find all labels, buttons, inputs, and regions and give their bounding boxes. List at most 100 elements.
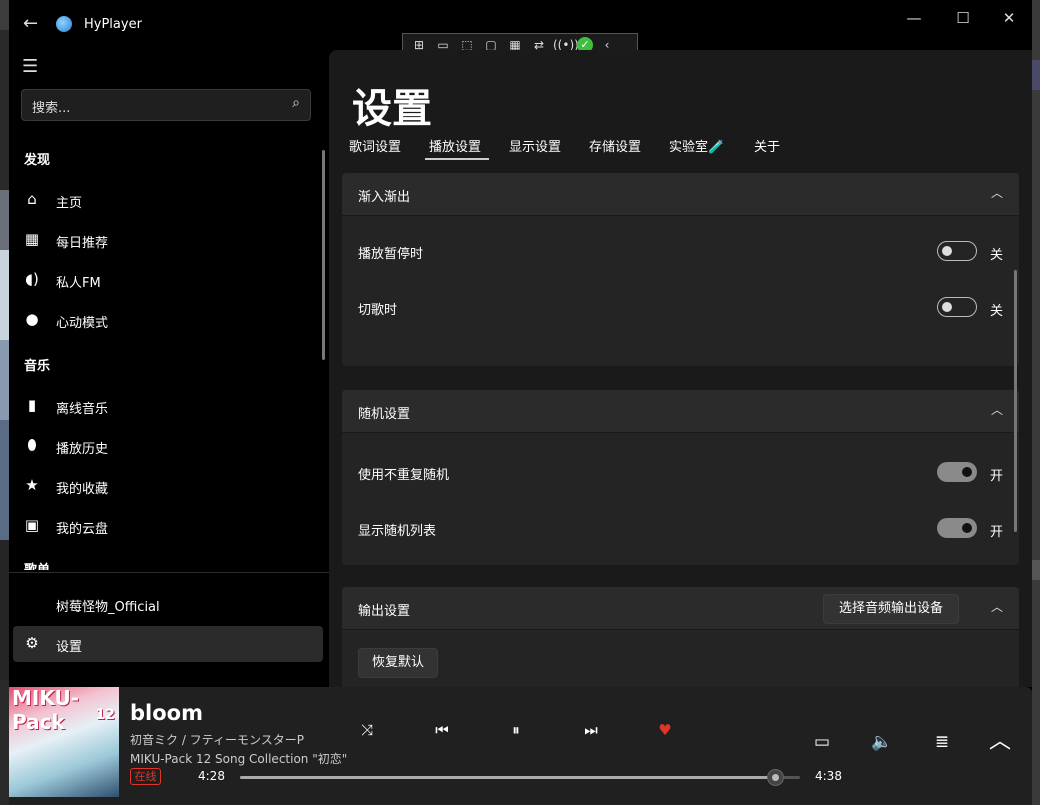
chevron-up-icon[interactable]: ︿ bbox=[991, 598, 1003, 615]
sidebar-item-favorites[interactable]: ★ 我的收藏 bbox=[13, 468, 323, 504]
mini-player-icon[interactable]: ▭ bbox=[809, 731, 835, 753]
setting-label: 切歌时 bbox=[358, 303, 398, 318]
setting-label: 播放暂停时 bbox=[358, 247, 424, 262]
sidebar-item-heart-mode[interactable]: ● 心动模式 bbox=[13, 302, 323, 338]
total-time: 4:38 bbox=[815, 769, 842, 783]
sidebar-item-home[interactable]: ⌂ 主页 bbox=[13, 182, 323, 218]
back-arrow-icon[interactable]: ← bbox=[23, 13, 43, 35]
progress-fill bbox=[240, 776, 775, 779]
sidebar-item-fm[interactable]: ◖) 私人FM bbox=[13, 262, 323, 298]
shuffle-icon[interactable]: ⤨ bbox=[356, 719, 378, 741]
close-icon[interactable]: ✕ bbox=[994, 8, 1024, 28]
background-desktop-right bbox=[1032, 0, 1040, 805]
radio-icon: ◖) bbox=[25, 270, 39, 288]
chevron-up-icon[interactable]: ︿ bbox=[991, 184, 1003, 201]
sidebar: ☰ 搜索... ⌕ 发现 ⌂ 主页 ▦ 每日推荐 ◖) 私人FM ● 心动模式 … bbox=[9, 50, 329, 687]
gear-icon: ⚙ bbox=[25, 634, 39, 652]
settings-content: 设置 歌词设置 播放设置 显示设置 存储设置 实验室🧪 关于 渐入渐出 ︿ 播放… bbox=[329, 50, 1032, 687]
online-badge: 在线 bbox=[130, 768, 161, 785]
current-time: 4:28 bbox=[198, 769, 225, 783]
shuffle-panel-body: 使用不重复随机 开 显示随机列表 开 bbox=[342, 433, 1019, 565]
tab-lab[interactable]: 实验室🧪 bbox=[669, 136, 724, 155]
sidebar-item-label: 我的收藏 bbox=[56, 482, 109, 497]
app-logo-icon bbox=[56, 16, 72, 32]
shuffle-panel-header[interactable]: 随机设置 ︿ bbox=[342, 390, 1019, 432]
no-repeat-shuffle-toggle[interactable] bbox=[937, 462, 977, 482]
pause-icon[interactable]: ⏸ bbox=[505, 719, 527, 741]
expand-up-icon[interactable]: ︿ bbox=[987, 731, 1013, 753]
home-icon: ⌂ bbox=[27, 190, 37, 208]
song-album[interactable]: MIKU-Pack 12 Song Collection "初恋" bbox=[130, 750, 347, 767]
sidebar-item-label: 离线音乐 bbox=[56, 402, 109, 417]
shuffle-panel-title: 随机设置 bbox=[358, 407, 411, 422]
fade-panel-body: 播放暂停时 关 切歌时 关 bbox=[342, 216, 1019, 366]
toggle-state: 开 bbox=[989, 525, 1003, 540]
fade-switch-toggle[interactable] bbox=[937, 297, 977, 317]
setting-label: 显示随机列表 bbox=[358, 524, 437, 539]
search-input[interactable]: 搜索... bbox=[32, 97, 70, 116]
output-panel-body: 恢复默认 bbox=[342, 630, 1019, 687]
volume-icon[interactable]: 🔈 bbox=[869, 731, 895, 753]
search-box[interactable]: 搜索... ⌕ bbox=[21, 89, 311, 121]
toggle-state: 关 bbox=[989, 248, 1003, 263]
sidebar-item-history[interactable]: ⬮ 播放历史 bbox=[13, 428, 323, 464]
tab-display[interactable]: 显示设置 bbox=[509, 136, 561, 155]
like-heart-icon[interactable]: ♥ bbox=[654, 719, 676, 741]
output-panel-title: 输出设置 bbox=[358, 604, 411, 619]
sidebar-scrollbar[interactable] bbox=[322, 150, 325, 360]
cover-number: 12 bbox=[95, 707, 115, 723]
fade-pause-toggle[interactable] bbox=[937, 241, 977, 261]
album-cover[interactable]: MIKU-Pack 12 bbox=[9, 687, 119, 797]
sidebar-item-label: 播放历史 bbox=[56, 442, 109, 457]
sidebar-item-user[interactable]: 树莓怪物_Official bbox=[13, 586, 323, 622]
minimize-icon[interactable]: — bbox=[899, 8, 929, 28]
show-shuffle-list-toggle[interactable] bbox=[937, 518, 977, 538]
tab-about[interactable]: 关于 bbox=[754, 136, 780, 155]
previous-track-icon[interactable]: ⏮ bbox=[431, 719, 453, 741]
tab-playback[interactable]: 播放设置 bbox=[429, 136, 481, 155]
section-playlists: 歌单 bbox=[24, 559, 50, 570]
background-desktop-left bbox=[0, 0, 9, 805]
hamburger-menu-icon[interactable]: ☰ bbox=[22, 56, 38, 77]
app-window: ← HyPlayer — ☐ ✕ ⊞ ▭ ⬚ ▢ ▦ ⇄ ((•)) ✓ ‹ ☰… bbox=[9, 0, 1032, 805]
sidebar-item-label: 主页 bbox=[56, 196, 83, 211]
app-title: HyPlayer bbox=[84, 17, 142, 32]
sidebar-item-daily[interactable]: ▦ 每日推荐 bbox=[13, 222, 323, 258]
player-bar: MIKU-Pack 12 bloom 初音ミク / フティーモンスターP MIK… bbox=[9, 687, 1032, 805]
lightbulb-icon: ● bbox=[25, 310, 39, 328]
maximize-icon[interactable]: ☐ bbox=[948, 8, 978, 28]
tab-storage[interactable]: 存储设置 bbox=[589, 136, 641, 155]
avatar bbox=[23, 594, 41, 612]
sidebar-item-cloud[interactable]: ▣ 我的云盘 bbox=[13, 508, 323, 544]
document-icon: ▮ bbox=[27, 396, 37, 414]
tab-lyrics[interactable]: 歌词设置 bbox=[349, 136, 401, 155]
fade-panel-header[interactable]: 渐入渐出 ︿ bbox=[342, 173, 1019, 215]
section-discover: 发现 bbox=[24, 153, 51, 168]
sidebar-item-label: 私人FM bbox=[56, 276, 101, 291]
location-icon: ⬮ bbox=[27, 436, 37, 454]
song-artist[interactable]: 初音ミク / フティーモンスターP bbox=[130, 731, 304, 748]
restore-defaults-button[interactable]: 恢复默认 bbox=[358, 648, 438, 678]
content-scrollbar[interactable] bbox=[1014, 270, 1017, 532]
progress-thumb[interactable] bbox=[766, 769, 784, 786]
sidebar-item-label: 每日推荐 bbox=[56, 236, 109, 251]
setting-label: 使用不重复随机 bbox=[358, 468, 450, 483]
user-name: 树莓怪物_Official bbox=[56, 600, 160, 615]
sidebar-item-label: 设置 bbox=[56, 640, 83, 655]
sidebar-item-label: 我的云盘 bbox=[56, 522, 109, 537]
star-icon: ★ bbox=[25, 476, 39, 494]
search-icon[interactable]: ⌕ bbox=[292, 95, 300, 111]
page-title: 设置 bbox=[352, 86, 432, 132]
chevron-up-icon[interactable]: ︿ bbox=[991, 401, 1003, 418]
sidebar-item-label: 心动模式 bbox=[56, 316, 109, 331]
playlist-icon[interactable]: ≣ bbox=[929, 731, 955, 753]
progress-bar[interactable] bbox=[240, 769, 800, 786]
sidebar-item-settings[interactable]: ⚙ 设置 bbox=[13, 626, 323, 662]
sidebar-divider bbox=[9, 572, 329, 573]
select-audio-device-button[interactable]: 选择音频输出设备 bbox=[823, 594, 959, 624]
song-title[interactable]: bloom bbox=[130, 701, 203, 725]
toggle-state: 关 bbox=[989, 304, 1003, 319]
next-track-icon[interactable]: ⏭ bbox=[580, 719, 602, 741]
sidebar-item-offline[interactable]: ▮ 离线音乐 bbox=[13, 388, 323, 424]
calendar-icon: ▦ bbox=[24, 230, 40, 248]
